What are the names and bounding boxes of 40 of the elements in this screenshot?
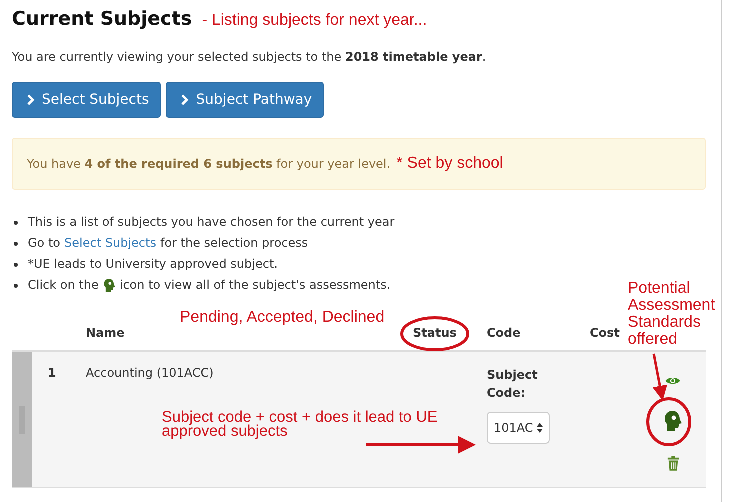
bullet-text: This is a list of subjects you have chosen for the current year [28,214,395,231]
head-icon [102,278,116,293]
annotation-note: * Set by school [396,155,504,173]
bullet-text: Click on the [28,277,99,294]
code-select[interactable]: 101AC [487,412,550,444]
highlight-circle [646,398,692,446]
nav-button[interactable]: Select Subjects [12,82,162,118]
trash-icon[interactable] [666,456,680,471]
bullet-text: Go to [28,235,61,252]
column-header: Name [86,326,125,340]
sort-caret-icon [537,423,544,433]
bullet-icon [14,284,18,288]
highlight-circle [400,316,470,352]
code-label: Subject Code: [487,367,539,402]
chevron-icon [181,94,190,106]
select-subjects-link[interactable]: Select Subjects [64,233,156,254]
bullet-text: for the selection process [160,235,308,252]
bullet-text: icon to view all of the subject's assessments. [120,277,391,294]
bullet-text: *UE leads to University approved subject. [28,256,278,273]
annotation-note: Subject code + cost + does it lead to UE approved subjects [162,411,439,439]
annotation-note: Pending, Accepted, Declined [180,309,385,326]
column-header: Status [413,326,457,340]
nav-button[interactable]: Subject Pathway [166,82,324,118]
bullet-icon [14,220,18,224]
annotation-note: - Listing subjects for next year... [202,12,428,30]
column-header: Cost [590,326,620,340]
eye-icon[interactable] [665,376,681,386]
page-title: Current Subjects [12,8,192,30]
head-icon[interactable] [663,410,683,432]
annotation-note: Potential Assessment Standards offered [628,280,716,348]
subject-name: Accounting (101ACC) [86,366,214,380]
intro-text: You are currently viewing your selected subjects to the 2018 timetable year. [12,50,488,64]
chevron-icon [27,94,35,106]
annotation-arrow [652,354,668,401]
row-number: 1 [47,365,58,382]
alert-text: You have 4 of the required 6 subjects for your year level. [27,157,391,171]
bullet-icon [14,242,18,246]
column-header: Code [487,326,521,340]
drag-handle[interactable] [12,352,32,487]
bullet-icon [14,262,18,266]
